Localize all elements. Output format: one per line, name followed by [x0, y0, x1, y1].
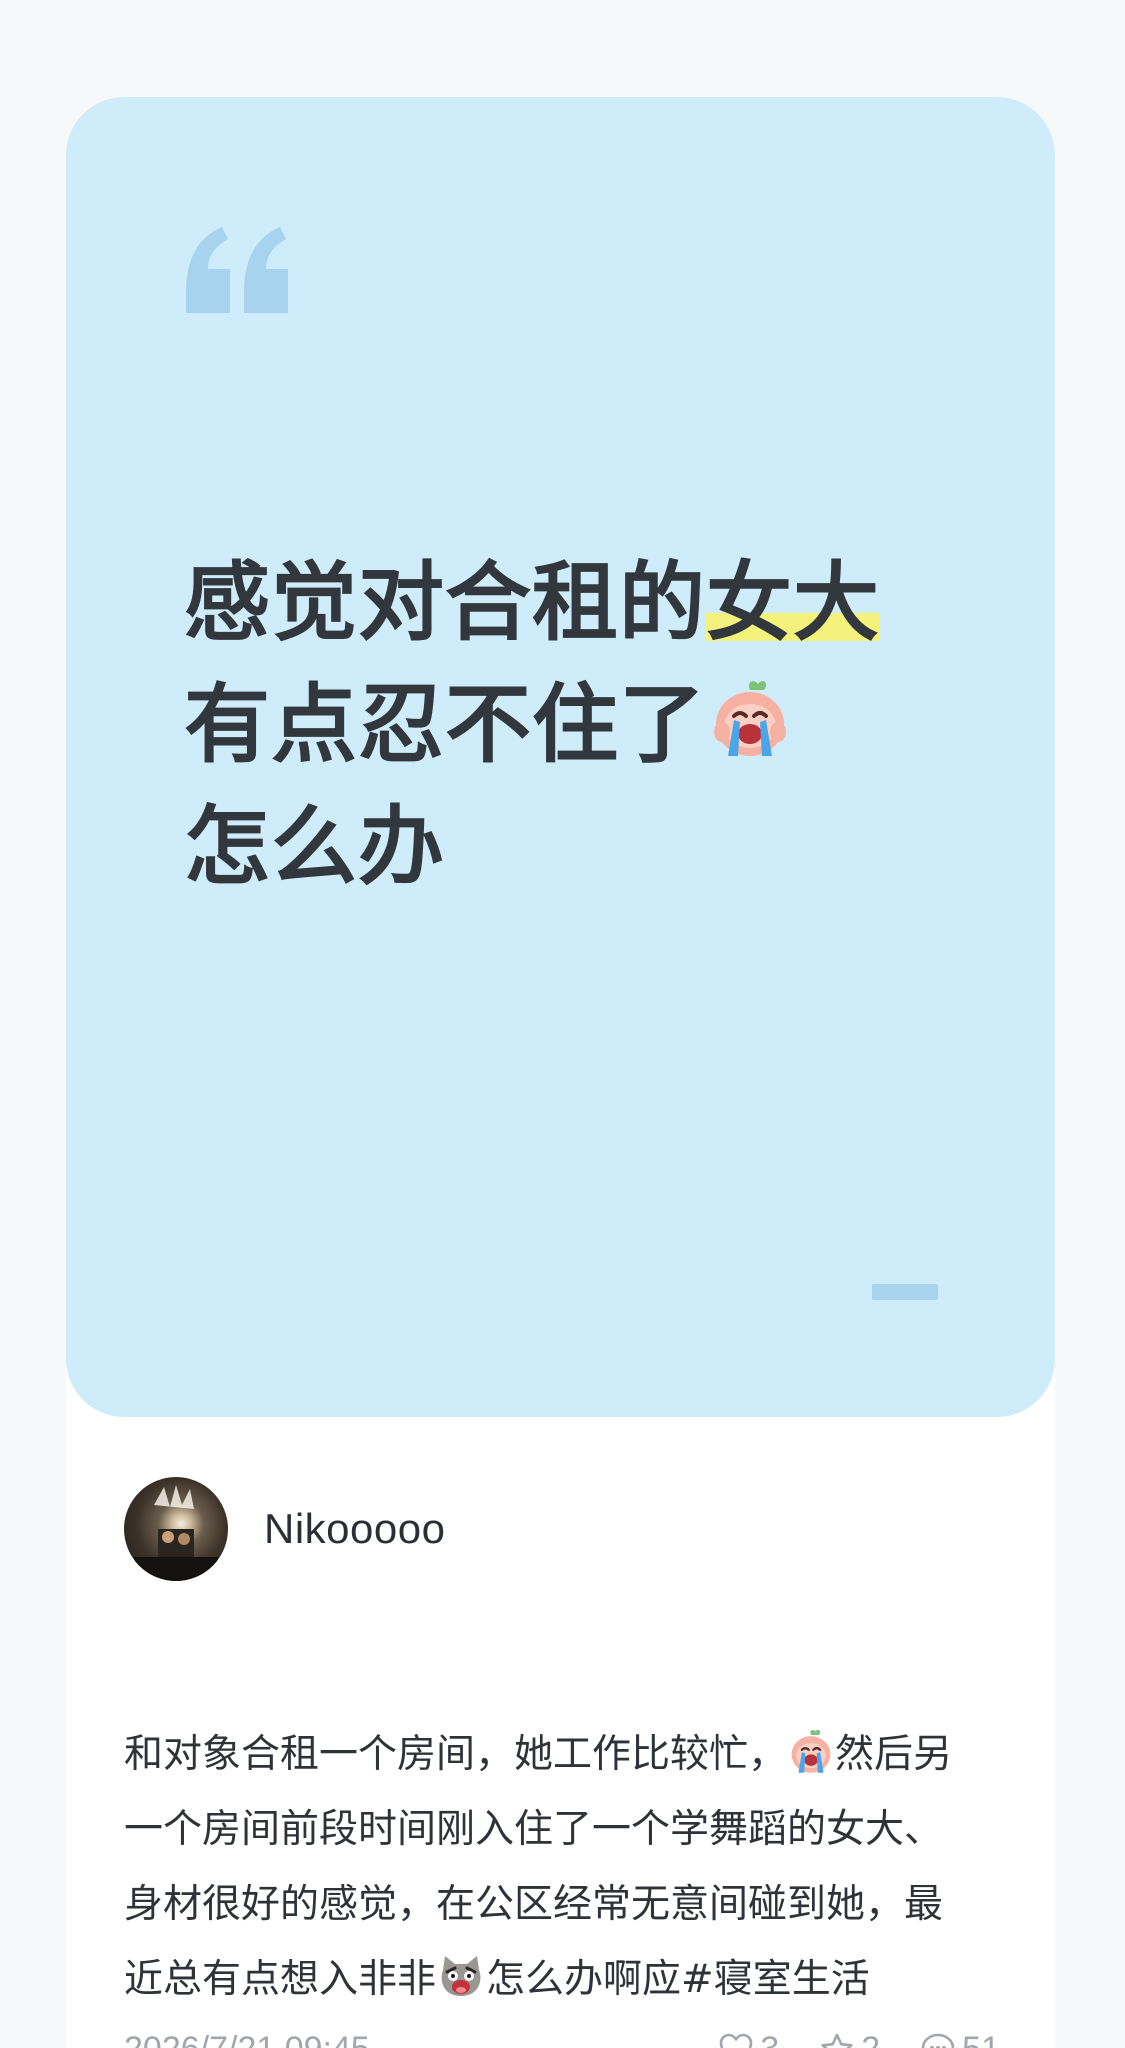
cover-title-line-3: 怎么办	[184, 797, 445, 897]
post-body-line-2: 一个房间前段时间刚入住了一个学舞蹈的女大、	[124, 1807, 944, 1852]
cover-title: 感觉对合租的女大 有点忍不住了 怎么办	[184, 542, 964, 908]
cover-title-text: 感觉对合租的	[184, 553, 706, 653]
favorite-count: 2	[861, 2030, 880, 2048]
cover-title-line-2: 有点忍不住了	[184, 664, 964, 786]
post-body-line-3: 身材很好的感觉，在公区经常无意间碰到她，最	[124, 1882, 944, 1927]
post-body-line-1: 和对象合租一个房间，她工作比较忙， 然后另	[124, 1717, 1004, 1792]
star-icon	[821, 2033, 853, 2048]
quote-icon	[186, 227, 288, 313]
favorite-button[interactable]: 2	[819, 2030, 880, 2048]
post-footer: 2026/7/21 09:45 3 2	[124, 2025, 1000, 2048]
comment-button[interactable]: 51	[920, 2030, 1000, 2048]
post-body-text: 近总有点想入非非	[124, 1957, 437, 2002]
comment-count: 51	[962, 2030, 1000, 2048]
post-body-text: 然后另	[835, 1732, 953, 1777]
like-button[interactable]: 3	[718, 2030, 779, 2048]
crying-peach-emoji-icon	[791, 1729, 831, 1773]
cover-title-line-1: 感觉对合租的女大	[184, 542, 964, 664]
cover-title-highlight: 女大	[706, 553, 880, 653]
post-timestamp: 2026/7/21 09:45	[124, 2030, 370, 2048]
avatar-image	[134, 1485, 218, 1581]
heart-icon	[720, 2033, 753, 2048]
like-count: 3	[760, 2030, 779, 2048]
cover-title-text: 有点忍不住了	[184, 675, 706, 775]
author-name[interactable]: Nikooooo	[264, 1505, 445, 1553]
crying-peach-emoji-icon	[714, 681, 786, 756]
post-cover[interactable]: 感觉对合租的女大 有点忍不住了 怎么办	[66, 97, 1055, 1417]
post-card: 感觉对合租的女大 有点忍不住了 怎么办 Nikooooo 和对象合租一个房间，她…	[66, 97, 1055, 2048]
post-body-line-4: 近总有点想入非非 怎么办啊应#寝室生活	[124, 1942, 1004, 2017]
author-row[interactable]: Nikooooo	[124, 1477, 445, 1581]
post-body: 和对象合租一个房间，她工作比较忙， 然后另 一个房间前段时间刚入住了一个学舞蹈的…	[124, 1717, 1004, 2017]
post-stats: 3 2 51	[678, 2030, 1000, 2048]
cover-decoration-bar	[872, 1284, 938, 1300]
comment-icon	[921, 2033, 955, 2048]
post-body-text: 和对象合租一个房间，她工作比较忙，	[124, 1732, 788, 1777]
avatar[interactable]	[124, 1477, 228, 1581]
post-body-text: 怎么办啊应#寝室生活	[486, 1957, 870, 2002]
screaming-cat-emoji-icon	[441, 1956, 481, 1996]
